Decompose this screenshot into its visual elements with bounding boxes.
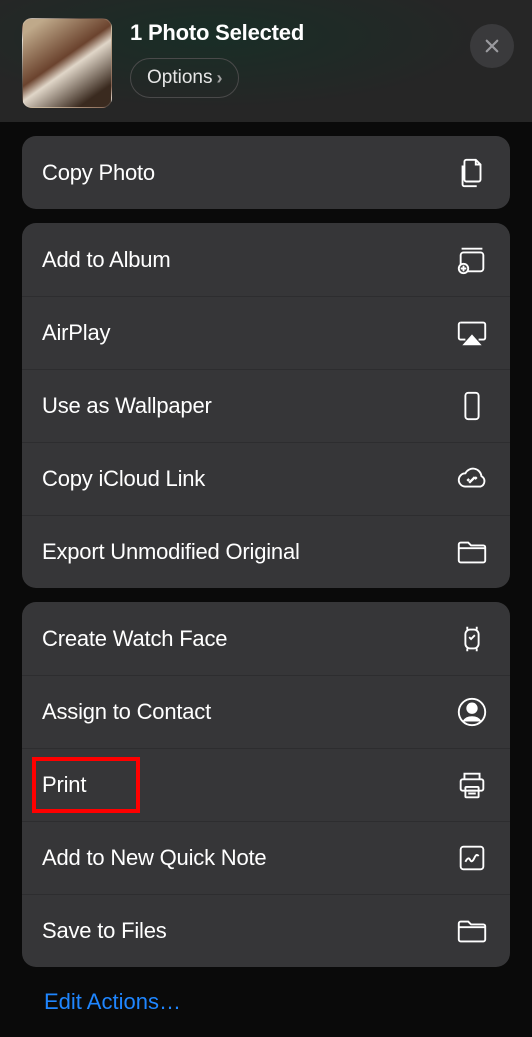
share-sheet-header: 1 Photo Selected Options › <box>0 0 532 122</box>
action-group-3: Create Watch Face Assign to Contact <box>22 602 510 967</box>
quick-note-icon <box>454 840 490 876</box>
row-label: Add to Album <box>42 247 170 273</box>
cloud-link-icon <box>454 461 490 497</box>
airplay-row[interactable]: AirPlay <box>22 296 510 369</box>
add-to-quick-note-row[interactable]: Add to New Quick Note <box>22 821 510 894</box>
row-label: Export Unmodified Original <box>42 539 300 565</box>
folder-icon <box>454 913 490 949</box>
chevron-right-icon: › <box>216 68 222 89</box>
row-label: Copy iCloud Link <box>42 466 205 492</box>
photo-thumbnail[interactable] <box>22 18 112 108</box>
options-label: Options <box>147 67 212 89</box>
edit-actions-link[interactable]: Edit Actions… <box>22 967 510 1037</box>
printer-icon <box>454 767 490 803</box>
selection-title: 1 Photo Selected <box>130 20 470 46</box>
assign-to-contact-row[interactable]: Assign to Contact <box>22 675 510 748</box>
row-label: Copy Photo <box>42 160 155 186</box>
add-to-album-row[interactable]: Add to Album <box>22 223 510 296</box>
row-label: Use as Wallpaper <box>42 393 212 419</box>
watch-icon <box>454 621 490 657</box>
row-label: AirPlay <box>42 320 110 346</box>
create-watch-face-row[interactable]: Create Watch Face <box>22 602 510 675</box>
options-button[interactable]: Options › <box>130 58 239 98</box>
save-to-files-row[interactable]: Save to Files <box>22 894 510 967</box>
documents-icon <box>454 155 490 191</box>
action-group-1: Copy Photo <box>22 136 510 209</box>
phone-icon <box>454 388 490 424</box>
use-as-wallpaper-row[interactable]: Use as Wallpaper <box>22 369 510 442</box>
print-row[interactable]: Print <box>22 748 510 821</box>
close-icon <box>483 37 501 55</box>
row-label: Print <box>42 772 86 798</box>
copy-icloud-link-row[interactable]: Copy iCloud Link <box>22 442 510 515</box>
action-group-2: Add to Album AirPlay Use as <box>22 223 510 588</box>
album-plus-icon <box>454 242 490 278</box>
contact-icon <box>454 694 490 730</box>
row-label: Create Watch Face <box>42 626 227 652</box>
close-button[interactable] <box>470 24 514 68</box>
row-label: Save to Files <box>42 918 167 944</box>
row-label: Assign to Contact <box>42 699 211 725</box>
copy-photo-row[interactable]: Copy Photo <box>22 136 510 209</box>
folder-icon <box>454 534 490 570</box>
row-label: Add to New Quick Note <box>42 845 266 871</box>
export-unmodified-row[interactable]: Export Unmodified Original <box>22 515 510 588</box>
airplay-icon <box>454 315 490 351</box>
